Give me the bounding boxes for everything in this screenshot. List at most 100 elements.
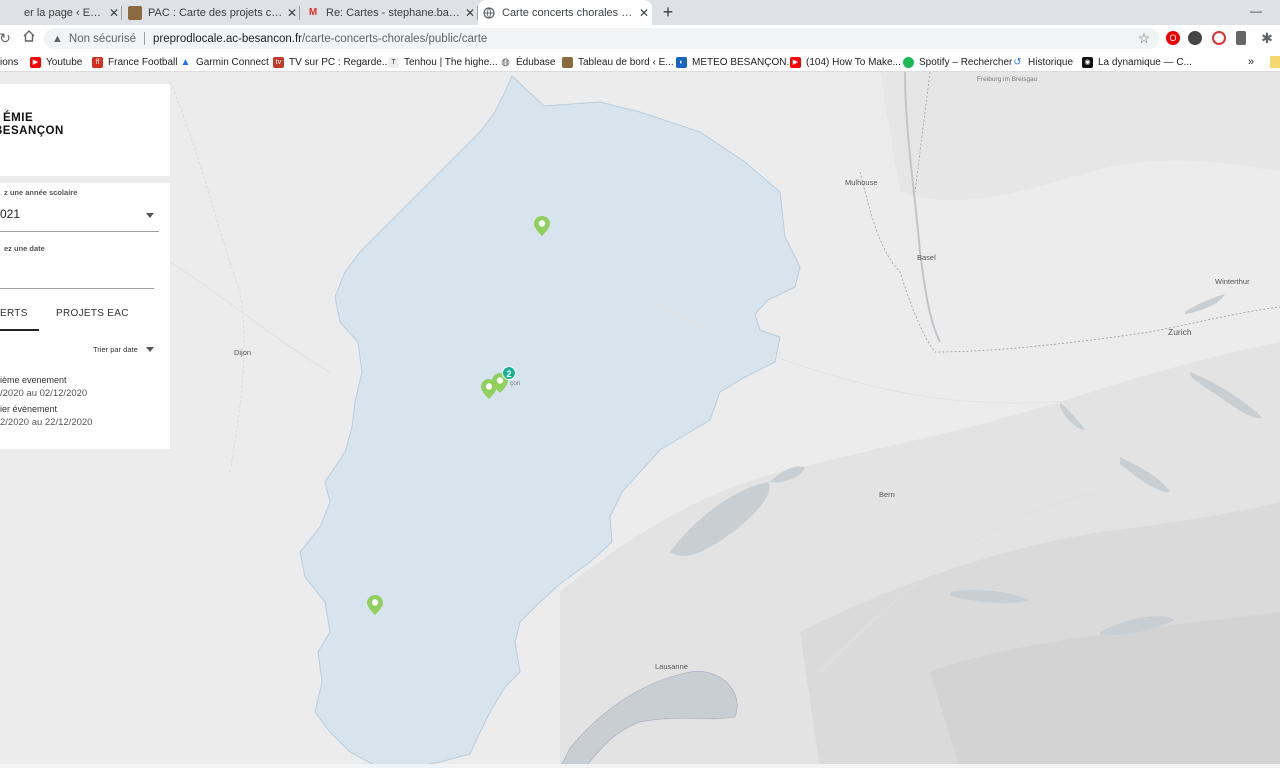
tenhou-icon: T xyxy=(388,56,399,68)
bookmark-label: METEO BESANÇON... xyxy=(692,56,795,68)
globe-icon: ◍ xyxy=(501,56,510,68)
tab-strip: er la page ‹ EDUCATION M ✕ PAC : Carte d… xyxy=(0,0,1280,25)
bookmark-historique[interactable]: ↺ Historique xyxy=(1012,54,1073,70)
dynamique-icon: ◉ xyxy=(1082,56,1093,68)
minimize-icon[interactable]: — xyxy=(1250,4,1262,18)
event-title: ier évènement xyxy=(0,404,58,414)
record-extension-icon[interactable] xyxy=(1212,31,1226,45)
chevron-down-icon[interactable] xyxy=(146,213,154,218)
map-label-mulhouse: Mulhouse xyxy=(845,178,878,187)
bookmark-france-football[interactable]: ff France Football xyxy=(92,54,177,70)
map-basemap xyxy=(99,72,1280,768)
url-bar[interactable]: ▲ Non sécurisé preprodlocale.ac-besancon… xyxy=(44,28,1159,49)
chevron-down-icon[interactable] xyxy=(146,347,154,352)
logo-line-2: BESANÇON xyxy=(0,125,64,137)
bookmark-dynamique[interactable]: ◉ La dynamique — C... xyxy=(1082,54,1192,70)
gmail-icon: M xyxy=(308,7,318,18)
year-select-label: z une année scolaire xyxy=(4,188,78,197)
address-toolbar: ↻ ▲ Non sécurisé preprodlocale.ac-besanc… xyxy=(0,25,1280,52)
status-bar xyxy=(0,764,1280,768)
browser-tab-1[interactable]: er la page ‹ EDUCATION M ✕ xyxy=(0,0,122,25)
bookmark-label: Tableau de bord ‹ E... xyxy=(578,56,674,68)
logo-line-1: ÉMIE xyxy=(3,112,34,124)
site-favicon xyxy=(128,5,142,20)
marker-cluster-badge[interactable]: 2 xyxy=(502,366,516,380)
map-label-besancon: çon xyxy=(510,380,521,387)
url-host: preprodlocale.ac-besancon.fr xyxy=(153,32,302,45)
bookmark-garmin[interactable]: ▲ Garmin Connect xyxy=(180,54,269,70)
map-label-bern: Bern xyxy=(879,490,895,499)
bookmark-label: France Football xyxy=(108,56,178,68)
sort-dropdown[interactable]: Trier par date xyxy=(93,345,138,354)
folder-icon[interactable] xyxy=(1270,56,1280,68)
map-label-lausanne: Lausanne xyxy=(655,662,688,671)
map-label-freiburg: Freiburg im Breisgau xyxy=(977,76,1038,83)
browser-tab-3[interactable]: M Re: Cartes - stephane.barcon@gr ✕ xyxy=(302,0,478,25)
garmin-icon: ▲ xyxy=(180,56,191,68)
tv-icon: tv xyxy=(273,56,284,68)
map-viewport[interactable]: Freiburg im Breisgau Mulhouse Basel Wint… xyxy=(0,72,1280,768)
tab-projets-eac[interactable]: PROJETS EAC xyxy=(56,308,129,319)
close-tab-icon[interactable]: ✕ xyxy=(284,6,300,20)
bookmarks-more-button[interactable]: » xyxy=(1248,54,1254,70)
bookmark-label: Youtube xyxy=(46,56,83,68)
bookmark-label: Tenhou | The highe... xyxy=(404,56,498,68)
bookmark-tenhou[interactable]: T Tenhou | The highe... xyxy=(388,54,498,70)
tab-title: Re: Cartes - stephane.barcon@gr xyxy=(326,6,462,19)
dashboard-icon xyxy=(562,56,573,68)
close-tab-icon[interactable]: ✕ xyxy=(636,6,652,20)
tab-title: Carte concerts chorales & Projet xyxy=(502,6,636,19)
bookmark-label: Historique xyxy=(1028,56,1074,68)
new-tab-button[interactable]: + xyxy=(658,2,678,22)
clipboard-extension-icon[interactable] xyxy=(1236,31,1246,45)
ff-icon: ff xyxy=(92,56,103,68)
year-select-underline xyxy=(0,231,159,232)
home-icon[interactable] xyxy=(20,29,38,47)
bookmark-meteo[interactable]: ◐ METEO BESANÇON... xyxy=(676,54,795,70)
bookmark-label: ions xyxy=(0,56,19,68)
url-separator xyxy=(144,32,146,45)
url-path: /carte-concerts-chorales/public/carte xyxy=(301,32,488,45)
concert-marker[interactable] xyxy=(367,595,383,615)
bookmark-howto[interactable]: ▶ (104) How To Make... xyxy=(790,54,901,70)
bookmarks-bar: ions ▶ Youtube ff France Football ▲ Garmin … xyxy=(0,52,1280,72)
bookmark-spotify[interactable]: Spotify – Rechercher xyxy=(903,54,1012,70)
page-icon xyxy=(4,6,18,20)
history-icon: ↺ xyxy=(1013,56,1022,68)
reload-icon[interactable]: ↻ xyxy=(0,29,14,47)
bookmark-label: (104) How To Make... xyxy=(806,56,901,68)
security-status: Non sécurisé xyxy=(68,32,137,45)
youtube-icon: ▶ xyxy=(30,56,41,68)
bookmark-edubase[interactable]: ◍ Édubase xyxy=(500,54,555,70)
bookmark-star-icon[interactable]: ☆ xyxy=(1135,29,1153,47)
tab-concerts[interactable]: ERTS xyxy=(0,308,28,319)
browser-tab-2[interactable]: PAC : Carte des projets chorales/( ✕ xyxy=(124,0,300,25)
event-title: ième evenement xyxy=(0,375,67,385)
bookmark-label: TV sur PC : Regarde... xyxy=(289,56,391,68)
bookmark-label: Spotify – Rechercher xyxy=(919,56,1013,68)
map-label-basel: Basel xyxy=(917,253,936,262)
tab-title: er la page ‹ EDUCATION M xyxy=(24,6,106,19)
browser-tab-4-active[interactable]: Carte concerts chorales & Projet ✕ xyxy=(478,0,652,25)
event-dates: /2020 au 02/12/2020 xyxy=(0,388,88,399)
opera-extension-icon[interactable]: O xyxy=(1166,31,1180,45)
date-input-underline xyxy=(0,288,154,289)
extension-icon[interactable] xyxy=(1188,31,1202,45)
map-label-dijon: Dijon xyxy=(234,348,252,357)
close-tab-icon[interactable]: ✕ xyxy=(462,6,478,20)
year-select-value[interactable]: 021 xyxy=(0,207,20,221)
bookmark-tv[interactable]: tv TV sur PC : Regarde... xyxy=(273,54,390,70)
tab-active-indicator xyxy=(0,329,39,331)
puzzle-extensions-icon[interactable]: ✱ xyxy=(1258,29,1276,47)
bookmark-label: Édubase xyxy=(516,56,556,68)
date-input-label: ez une date xyxy=(4,244,45,253)
close-tab-icon[interactable]: ✕ xyxy=(106,6,122,20)
bookmark-youtube[interactable]: ▶ Youtube xyxy=(30,54,82,70)
academy-logo: ÉMIE BESANÇON xyxy=(0,112,64,138)
filter-panel: z une année scolaire 021 ez une date ERT… xyxy=(0,183,170,449)
spotify-icon xyxy=(903,56,914,68)
globe-icon xyxy=(482,6,496,20)
bookmark-tableau[interactable]: Tableau de bord ‹ E... xyxy=(562,54,674,70)
bookmark-apps[interactable]: ions xyxy=(0,54,18,70)
concert-marker[interactable] xyxy=(534,216,550,236)
